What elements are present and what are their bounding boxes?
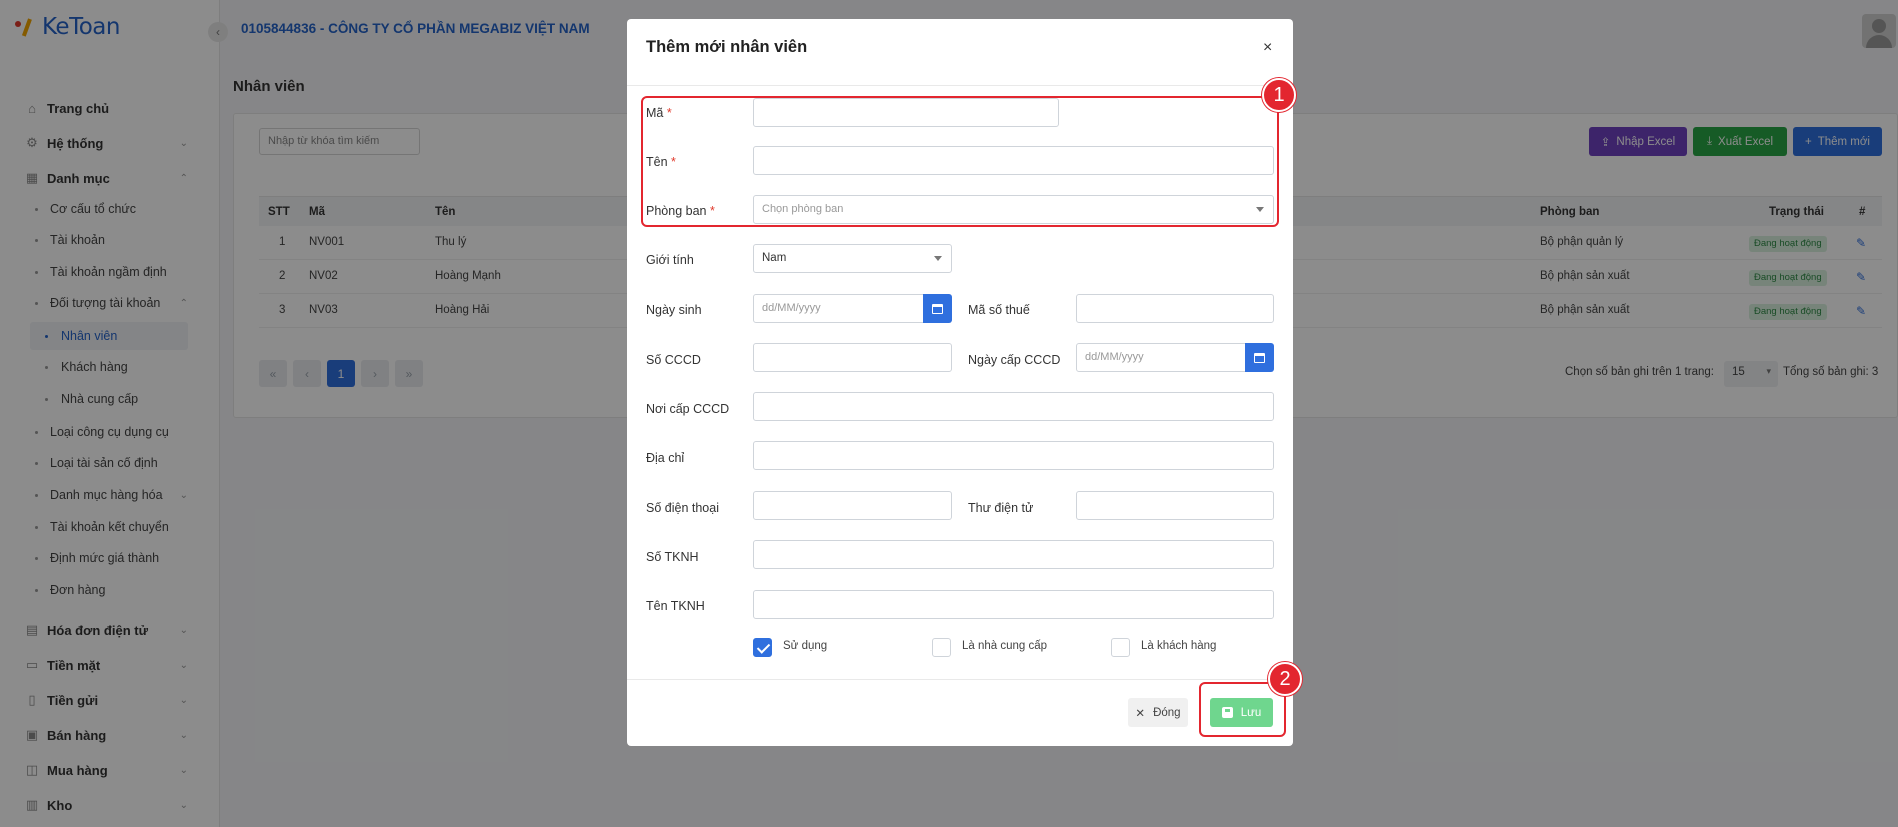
so-tknh-input[interactable] — [753, 540, 1274, 569]
calendar-icon — [1254, 352, 1265, 363]
annotation-badge-2: 2 — [1268, 662, 1302, 696]
gioi-tinh-label: Giới tính — [646, 253, 694, 267]
ten-tknh-label: Tên TKNH — [646, 599, 705, 613]
la-khach-hang-checkbox[interactable] — [1111, 638, 1130, 657]
calendar-icon — [932, 303, 943, 314]
noi-cap-cccd-label: Nơi cấp CCCD — [646, 402, 730, 416]
so-tknh-label: Số TKNH — [646, 550, 699, 564]
dia-chi-input[interactable] — [753, 441, 1274, 470]
x-icon: ✕ — [1135, 707, 1146, 720]
ma-so-thue-input[interactable] — [1076, 294, 1274, 323]
so-cccd-label: Số CCCD — [646, 353, 701, 367]
gioi-tinh-select[interactable]: Nam — [753, 244, 952, 273]
la-nha-cung-cap-label: Là nhà cung cấp — [962, 640, 1048, 652]
ngay-sinh-calendar-button[interactable] — [923, 294, 952, 323]
ngay-cap-cccd-input[interactable]: dd/MM/yyyy — [1076, 343, 1246, 372]
gioi-tinh-value: Nam — [762, 252, 787, 264]
modal-header-divider — [627, 85, 1293, 86]
ngay-sinh-input[interactable]: dd/MM/yyyy — [753, 294, 924, 323]
su-dung-label: Sử dụng — [783, 640, 828, 652]
dia-chi-label: Địa chỉ — [646, 451, 685, 465]
thu-dien-tu-input[interactable] — [1076, 491, 1274, 520]
la-khach-hang-label: Là khách hàng — [1141, 640, 1217, 652]
noi-cap-cccd-input[interactable] — [753, 392, 1274, 421]
annotation-badge-1: 1 — [1262, 78, 1296, 112]
modal-title: Thêm mới nhân viên — [646, 38, 808, 56]
su-dung-checkbox[interactable] — [753, 638, 772, 657]
ma-so-thue-label: Mã số thuế — [968, 303, 1030, 317]
close-button[interactable]: ✕ Đóng — [1128, 698, 1188, 727]
close-button-label: Đóng — [1153, 706, 1181, 719]
so-cccd-input[interactable] — [753, 343, 952, 372]
modal-footer-divider — [627, 679, 1293, 680]
la-nha-cung-cap-checkbox[interactable] — [932, 638, 951, 657]
ngay-sinh-label: Ngày sinh — [646, 303, 702, 317]
close-icon[interactable]: × — [1263, 39, 1272, 57]
thu-dien-tu-label: Thư điện tử — [968, 501, 1034, 515]
ten-tknh-input[interactable] — [753, 590, 1274, 619]
so-dien-thoai-input[interactable] — [753, 491, 952, 520]
ngay-cap-cccd-calendar-button[interactable] — [1245, 343, 1274, 372]
annotation-box-1 — [641, 96, 1279, 227]
so-dien-thoai-label: Số điện thoại — [646, 501, 719, 515]
caret-down-icon — [934, 256, 942, 261]
ngay-cap-cccd-label: Ngày cấp CCCD — [968, 353, 1061, 367]
